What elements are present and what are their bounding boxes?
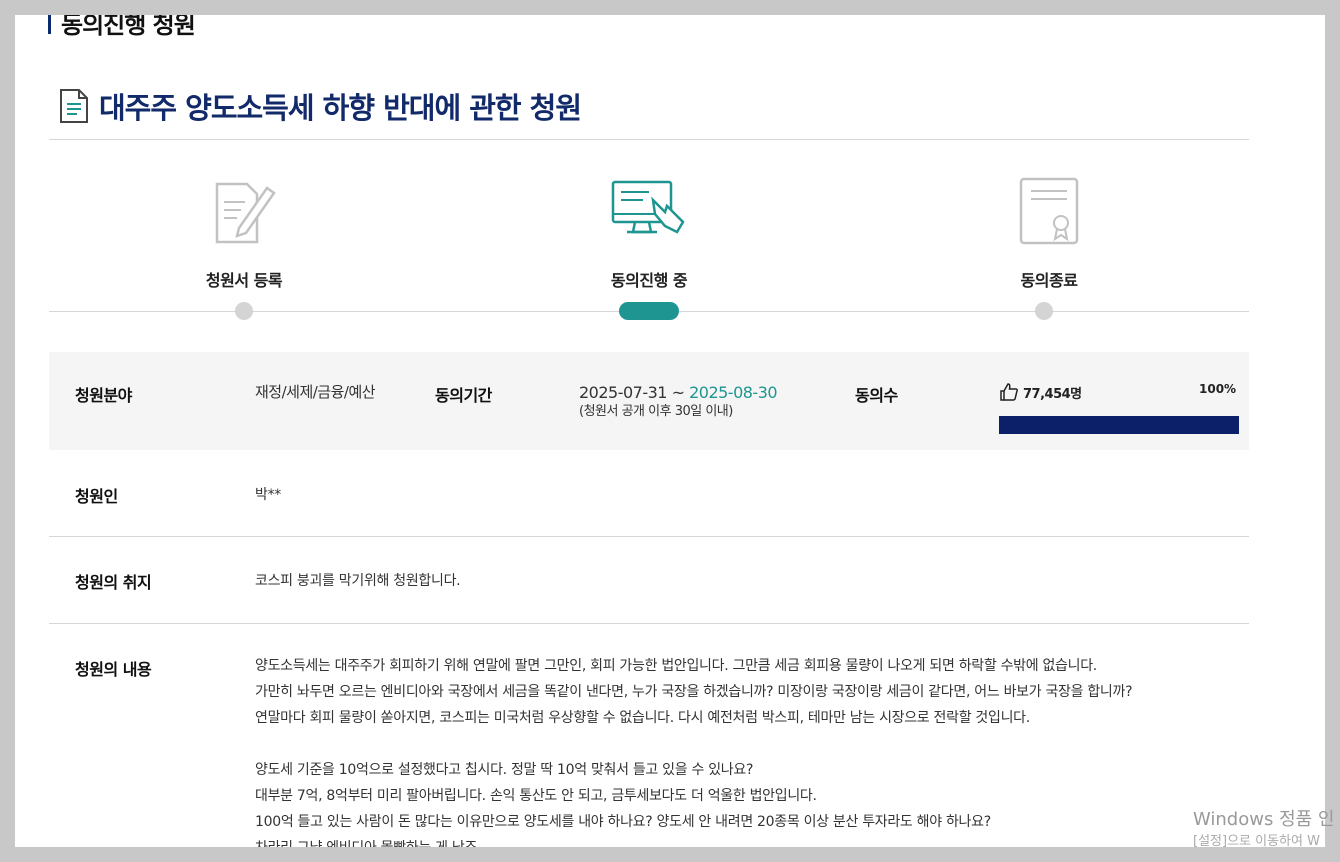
content-line: 차라리 그냥 엔비디아 몰빵하는 게 낫죠. [255,835,1235,847]
content-line: 양도세 기준을 10억으로 설정했다고 칩시다. 정말 딱 10억 맞춰서 들고… [255,762,754,778]
content-line: 연말마다 회피 물량이 쏟아지면, 코스피는 미국처럼 우상향할 수 없습니다.… [255,710,1030,726]
step-finished: 동의종료 [929,175,1169,291]
content-label: 청원의 내용 [75,660,152,679]
windows-activation-watermark: Windows 정품 인 [1193,809,1335,830]
petition-heading: 대주주 양도소득세 하향 반대에 관한 청원 [59,85,582,127]
period-separator: ~ [671,383,685,402]
petitioner-value: 박** [255,487,281,503]
period-start: 2025-07-31 [579,383,667,402]
period-note: (청원서 공개 이후 30일 이내) [579,404,733,419]
field-value: 재정/세제/금융/예산 [255,383,376,401]
document-icon [60,89,88,123]
purpose-value: 코스피 붕괴를 막기위해 청원합니다. [255,573,461,589]
divider [49,536,1249,537]
content-line: 100억 들고 있는 사람이 돈 많다는 이유만으로 양도세를 내야 하나요? … [255,814,991,830]
period-label: 동의기간 [435,386,492,405]
divider [49,139,1249,140]
content-line: 가만히 놔두면 오르는 엔비디아와 국장에서 세금을 똑같이 낸다면, 누가 국… [255,684,1133,700]
petition-content: 양도소득세는 대주주가 회피하기 위해 연말에 팔면 그만인, 회피 가능한 법… [255,653,1235,847]
heading-bar [48,15,51,34]
section-title: 동의진행 청원 [61,15,196,39]
agree-count: 77,454명 [999,382,1082,402]
petition-page: 동의진행 청원 대주주 양도소득세 하향 반대에 관한 청원 청원서 등록 동의… [15,15,1325,847]
step-label: 동의종료 [1020,271,1078,290]
section-heading: 동의진행 청원 [48,15,196,39]
step-in-progress: 동의진행 중 [529,175,769,291]
count-value: 77,454명 [1023,386,1082,402]
step-dot-finished [1035,302,1053,320]
thumbs-up-icon [1000,383,1018,401]
step-label: 동의진행 중 [610,271,688,290]
monitor-hand-icon [611,180,685,234]
content-line: 양도소득세는 대주주가 회피하기 위해 연말에 팔면 그만인, 회피 가능한 법… [255,658,1097,674]
period-end: 2025-08-30 [689,383,778,402]
petitioner-label: 청원인 [75,487,118,506]
windows-activation-hint: [설정]으로 이동하여 W [1193,834,1320,849]
field-label: 청원분야 [75,386,132,405]
step-label: 청원서 등록 [205,271,283,290]
certificate-icon [1019,177,1079,245]
step-indicator-active [619,302,679,320]
petition-title: 대주주 양도소득세 하향 반대에 관한 청원 [99,91,582,125]
pen-document-icon [215,182,276,244]
progress-percent: 100% [1199,382,1237,396]
content-line: 대부분 7억, 8억부터 미리 팔아버립니다. 손익 통산도 안 되고, 금투세… [255,788,817,804]
petition-info-box: 청원분야 재정/세제/금융/예산 동의기간 2025-07-31 ~ 2025-… [49,352,1249,450]
content-blank-line [255,731,1235,757]
step-registered: 청원서 등록 [124,175,364,291]
step-dot-registered [235,302,253,320]
divider [49,623,1249,624]
count-label: 동의수 [855,386,898,405]
period-value: 2025-07-31 ~ 2025-08-30 (청원서 공개 이후 30일 이… [579,383,778,421]
purpose-label: 청원의 취지 [75,573,152,592]
progress-bar [999,416,1239,434]
